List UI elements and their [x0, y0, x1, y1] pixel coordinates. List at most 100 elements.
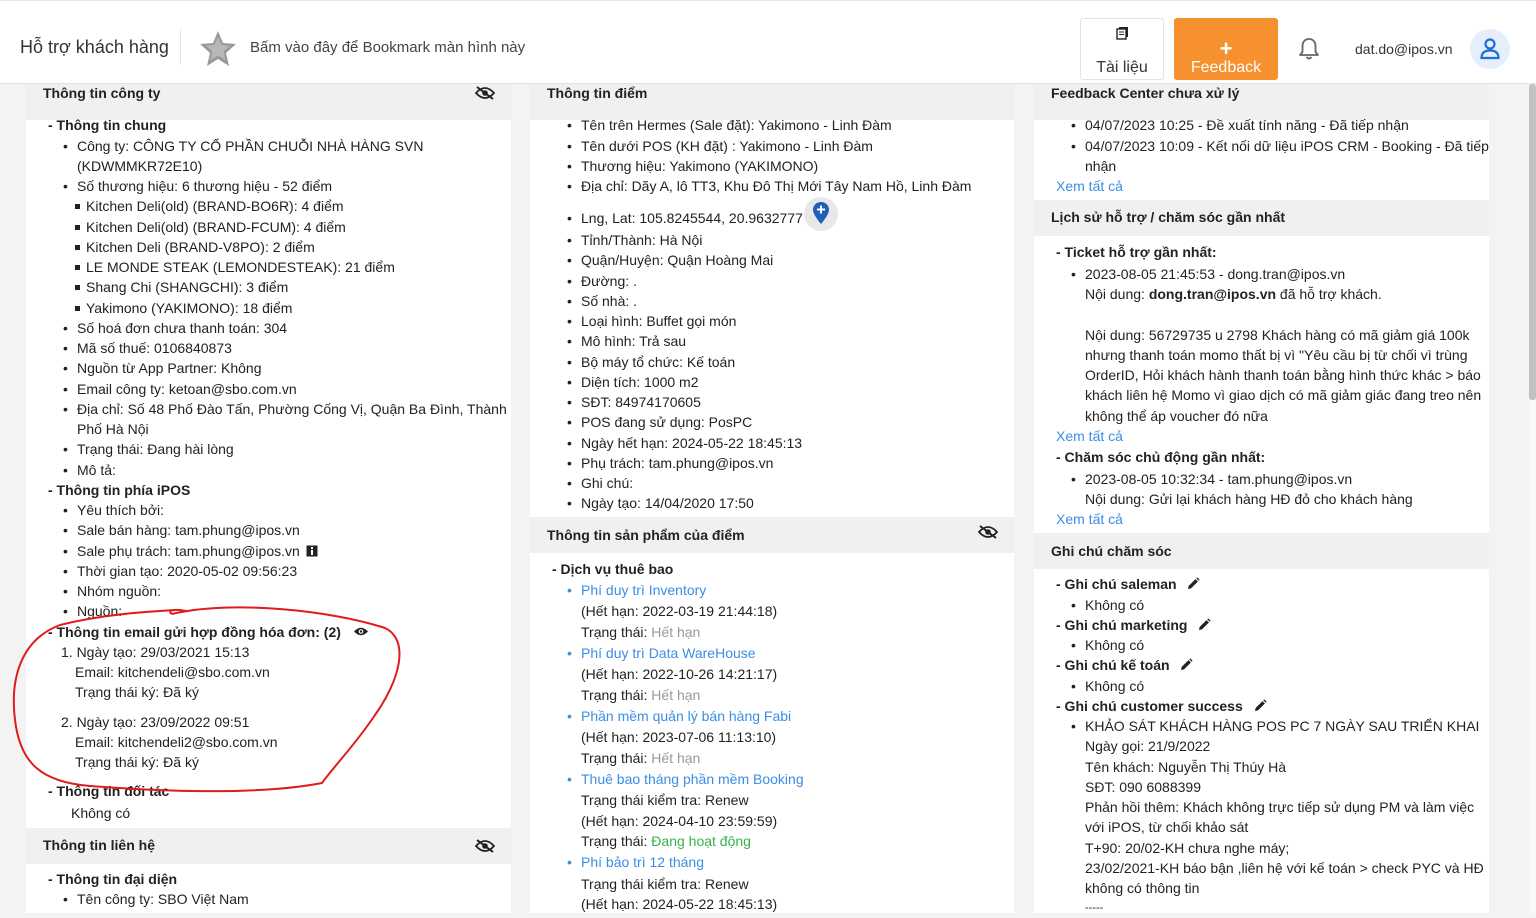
products-section-title: Thông tin sản phẩm của điểm	[547, 527, 745, 543]
point-info-line: Ngày tạo: 14/04/2020 17:50	[567, 493, 754, 513]
see-all-link[interactable]: Xem tất cả	[1056, 176, 1123, 196]
ticket-detail: OrderID, Hỏi khách hành thanh toán bằng …	[1085, 367, 1481, 383]
partner-source: Nguồn từ App Partner: Không	[63, 358, 261, 378]
eye-off-icon[interactable]	[475, 839, 495, 853]
ticket-detail: không thể áp voucher đó nữa	[1085, 408, 1268, 424]
cs-note-line: T+90: 20/02-KH chưa nghe máy;	[1085, 840, 1290, 856]
brand-item: Kitchen Deli(old) (BRAND-BO6R): 4 điểm	[75, 198, 344, 214]
bell-icon[interactable]	[1296, 36, 1322, 62]
feedback-button[interactable]: + Feedback	[1174, 18, 1278, 80]
map-pin-button[interactable]	[804, 197, 838, 231]
ticket-title: - Ticket hỗ trợ gần nhất:	[1056, 244, 1217, 260]
point-info-line: Diện tích: 1000 m2	[567, 372, 698, 392]
docs-button[interactable]: Tài liệu	[1080, 18, 1164, 80]
representative-title: - Thông tin đại diện	[48, 871, 178, 887]
app-title: Hỗ trợ khách hàng	[20, 37, 169, 57]
company-column: Thông tin công ty - Thông tin chung Công…	[26, 84, 511, 913]
feedback-column: Feedback Center chưa xử lý 04/07/2023 10…	[1034, 84, 1489, 914]
ticket-content: Nội dung: dong.tran@ipos.vn đã hỗ trợ kh…	[1085, 286, 1382, 302]
product-link[interactable]: Thuê bao tháng phần mềm Booking	[567, 769, 804, 789]
point-section-title: Thông tin điểm	[547, 85, 648, 101]
info-icon[interactable]	[306, 545, 318, 557]
ticket-detail: khách liên hệ Momo vì giao dịch có mã gi…	[1085, 387, 1482, 403]
tax-code: Mã số thuế: 0106840873	[63, 338, 232, 358]
point-info-line: Thương hiệu: Yakimono (YAKIMONO)	[567, 156, 818, 176]
point-info-line: Ngày hết hạn: 2024-05-22 18:45:13	[567, 433, 802, 453]
bookmark-hint[interactable]: Bấm vào đây để Bookmark màn hình này	[250, 39, 525, 56]
contract-status: Trạng thái ký: Đã ký	[75, 684, 199, 700]
notes-section-title: Ghi chú chăm sóc	[1051, 543, 1172, 559]
care-time: 2023-08-05 10:32:34 - tam.phung@ipos.vn	[1071, 469, 1352, 489]
star-icon[interactable]	[198, 29, 238, 69]
cs-note-line: Ngày gọi: 21/9/2022	[1085, 738, 1211, 754]
pencil-icon[interactable]	[1179, 658, 1194, 672]
pencil-icon[interactable]	[1197, 618, 1211, 632]
brand-item: Shang Chi (SHANGCHI): 3 điểm	[74, 279, 289, 295]
marketing-note-value: Không có	[1071, 635, 1144, 655]
partner-info-value: Không có	[71, 805, 131, 821]
notes-section-header: Ghi chú chăm sóc	[1034, 533, 1489, 569]
contract-email: Email: kitchendeli2@sbo.com.vn	[75, 734, 278, 750]
product-link[interactable]: Phí bảo trì 12 tháng	[567, 852, 704, 872]
source: Nguồn:	[63, 601, 122, 621]
point-info-line: Tên dưới POS (KH đặt) : Yakimono - Linh …	[567, 136, 873, 156]
product-expiry: (Hết hạn: 2024-05-22 18:45:13)	[581, 896, 778, 912]
created-time: Thời gian tạo: 2020-05-02 09:56:23	[63, 561, 297, 581]
pencil-icon[interactable]	[1253, 699, 1267, 713]
point-info-line: Phụ trách: tam.phung@ipos.vn	[567, 453, 773, 473]
product-link[interactable]: Phần mềm quản lý bán hàng Fabi	[567, 706, 791, 726]
eye-off-icon[interactable]	[475, 86, 495, 100]
point-column: Thông tin điểm Tên trên Hermes (Sale đặt…	[530, 84, 1014, 913]
history-section-header: Lịch sử hỗ trợ / chăm sóc gần nhất	[1034, 200, 1489, 236]
feedback-item[interactable]: 04/07/2023 10:25 - Đề xuất tính năng - Đ…	[1071, 115, 1409, 135]
contract-created: 1. Ngày tạo: 29/03/2021 15:13	[61, 644, 250, 660]
avatar[interactable]	[1470, 29, 1510, 69]
product-link[interactable]: Phí duy trì Inventory	[567, 580, 706, 600]
partner-info-title: - Thông tin đối tác	[48, 783, 170, 799]
user-email[interactable]: dat.do@ipos.vn	[1355, 41, 1453, 57]
sales-support: Sale phụ trách: tam.phung@ipos.vn	[63, 541, 318, 561]
eye-icon[interactable]	[353, 626, 369, 637]
company-address-cont: Phố Hà Nội	[77, 421, 149, 437]
contact-section-title: Thông tin liên hệ	[43, 837, 155, 853]
point-info-line: SĐT: 84974170605	[567, 392, 701, 412]
cs-note-line: -----	[1085, 902, 1104, 914]
map-pin-icon	[813, 202, 829, 224]
accounting-note-value: Không có	[1071, 676, 1144, 696]
point-info-line: Đường: .	[567, 271, 637, 291]
pencil-icon[interactable]	[1186, 577, 1201, 591]
feedback-item[interactable]: 04/07/2023 10:09 - Kết nối dữ liệu iPOS …	[1071, 136, 1489, 156]
product-link[interactable]: Phí duy trì Data WareHouse	[567, 643, 756, 663]
sales-support-text: Sale phụ trách: tam.phung@ipos.vn	[77, 543, 300, 559]
product-expiry: (Hết hạn: 2022-10-26 14:21:17)	[581, 666, 778, 682]
company-code: (KDWMMKR72E10)	[77, 158, 203, 174]
care-content: Nội dung: Gửi lại khách hàng HĐ đỏ cho k…	[1085, 491, 1413, 507]
subscription-title: - Dịch vụ thuê bao	[552, 561, 674, 577]
feedback-item-cont: nhận	[1085, 158, 1117, 174]
cs-note-line: Phản hồi thêm: Khách không trực tiếp sử …	[1085, 799, 1475, 815]
product-status: Trạng thái: Hết hạn	[581, 687, 701, 703]
see-all-link[interactable]: Xem tất cả	[1056, 509, 1123, 529]
brand-count: Số thương hiệu: 6 thương hiệu - 52 điểm	[63, 176, 332, 196]
user-icon	[1480, 38, 1500, 60]
saleman-note-value: Không có	[1071, 595, 1144, 615]
products-section-header: Thông tin sản phẩm của điểm	[530, 517, 1014, 553]
see-all-link[interactable]: Xem tất cả	[1056, 426, 1123, 446]
cs-note-line: 23/02/2021-KH báo bận ,liên hệ với kế to…	[1085, 860, 1484, 876]
cs-note-line: SĐT: 090 6088399	[1085, 779, 1201, 795]
cs-note-line: không có thông tin	[1085, 880, 1200, 896]
brand-item: LE MONDE STEAK (LEMONDESTEAK): 21 điểm	[75, 259, 395, 275]
feedback-center-title: Feedback Center chưa xử lý	[1051, 85, 1240, 101]
eye-off-icon[interactable]	[978, 525, 998, 539]
point-info-line: Mô hình: Trả sau	[567, 331, 686, 351]
point-info-line: Ghi chú:	[567, 473, 633, 493]
point-info-line: Quận/Huyện: Quận Hoàng Mai	[567, 250, 773, 270]
brand-item: Yakimono (YAKIMONO): 18 điểm	[74, 300, 293, 316]
company-address: Địa chỉ: Số 48 Phố Đào Tấn, Phường Cống …	[63, 399, 507, 419]
history-section-title: Lịch sử hỗ trợ / chăm sóc gần nhất	[1051, 209, 1286, 225]
product-expiry: (Hết hạn: 2024-04-10 23:59:59)	[581, 813, 778, 829]
scrollbar-thumb[interactable]	[1529, 84, 1536, 400]
product-expiry: (Hết hạn: 2023-07-06 11:13:10)	[581, 729, 777, 745]
product-check: Trạng thái kiểm tra: Renew	[581, 876, 749, 892]
product-status: Trạng thái: Đang hoạt động	[581, 833, 751, 849]
